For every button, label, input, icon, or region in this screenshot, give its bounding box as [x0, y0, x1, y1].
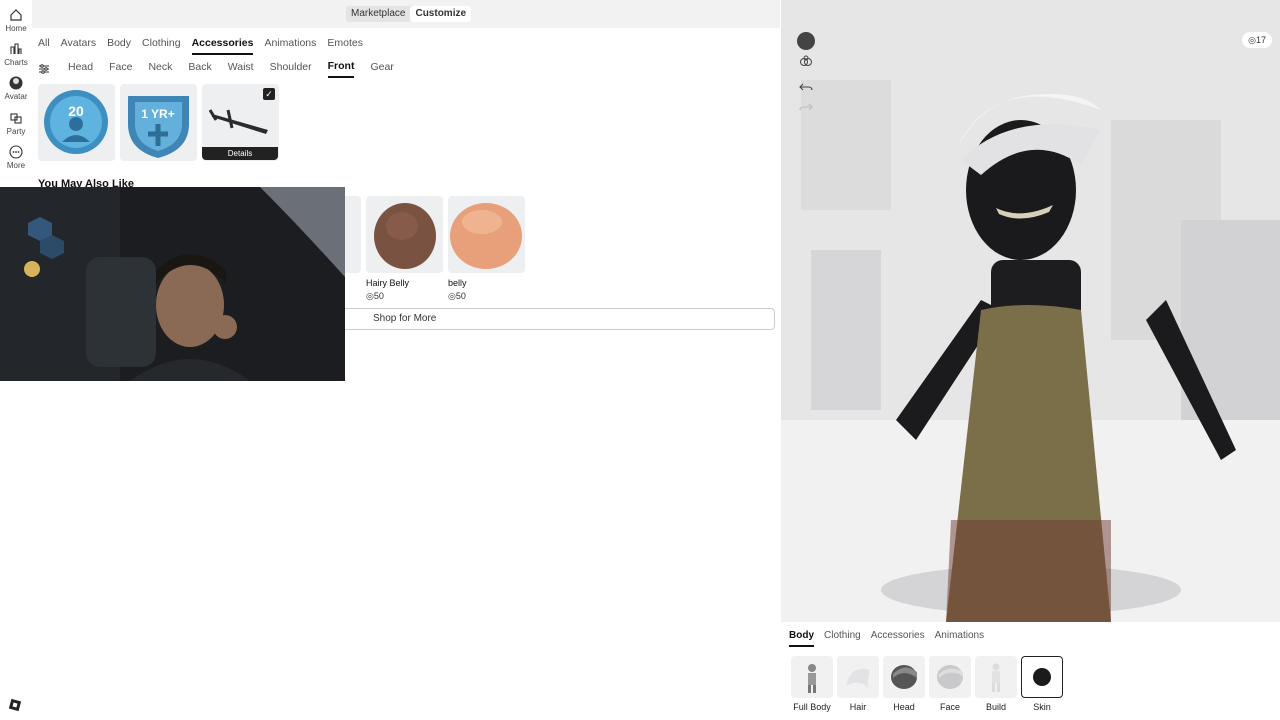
build-label: Build: [985, 702, 1006, 712]
suggest-price-belly: ◎50: [448, 291, 466, 301]
nav-more[interactable]: More: [0, 145, 32, 170]
avatar-viewport[interactable]: ◎17: [781, 0, 1280, 622]
badge-1yr-text: 1 YR+: [141, 107, 174, 121]
roblox-logo-icon[interactable]: [8, 698, 22, 712]
outfit-compare-icon[interactable]: [799, 54, 813, 68]
tab-accessories[interactable]: Accessories: [191, 37, 254, 55]
full-body-option[interactable]: [791, 656, 833, 698]
tab-animations[interactable]: Animations: [264, 37, 316, 55]
full-body-label: Full Body: [793, 702, 831, 712]
details-button[interactable]: Details: [202, 147, 278, 160]
suggest-price-hairy-belly: ◎50: [366, 291, 384, 301]
subtab-waist[interactable]: Waist: [228, 61, 254, 77]
charts-icon: [10, 43, 22, 54]
panel-tab-accessories[interactable]: Accessories: [871, 630, 925, 647]
avatar-icon: [9, 76, 23, 90]
suggest-item-hairy-belly[interactable]: [366, 196, 443, 273]
redo-icon[interactable]: [799, 100, 813, 114]
robux-balance-badge[interactable]: ◎17: [1242, 32, 1272, 48]
nav-home[interactable]: Home: [0, 8, 32, 33]
hair-option[interactable]: [837, 656, 879, 698]
subcategory-tabs: Head Face Neck Back Waist Shoulder Front…: [38, 60, 410, 78]
subtab-neck[interactable]: Neck: [148, 61, 172, 77]
full-body-icon: [808, 664, 816, 693]
subtab-face[interactable]: Face: [109, 61, 132, 77]
badge-1yr-icon: 1 YR+: [128, 96, 189, 158]
subtab-gear[interactable]: Gear: [370, 61, 393, 77]
more-icon: [9, 145, 23, 159]
hairy-belly-thumbnail: [374, 203, 436, 269]
undo-icon[interactable]: [799, 80, 813, 94]
build-option[interactable]: [975, 656, 1017, 698]
hair-label: Hair: [849, 702, 867, 712]
skin-option[interactable]: [1021, 656, 1063, 698]
account-avatar-icon[interactable]: [797, 32, 815, 50]
tab-emotes[interactable]: Emotes: [327, 37, 363, 55]
head-label: Head: [893, 702, 915, 712]
mode-toggle: Marketplace Customize: [346, 6, 472, 22]
tab-avatars[interactable]: Avatars: [61, 37, 96, 55]
nav-party-label: Party: [6, 127, 26, 136]
top-bar: Marketplace Customize: [32, 0, 780, 28]
tab-all[interactable]: All: [38, 37, 50, 55]
build-icon: [992, 663, 1000, 692]
tab-body[interactable]: Body: [107, 37, 131, 55]
category-tabs: All Avatars Body Clothing Accessories An…: [38, 37, 374, 55]
customize-toggle[interactable]: Customize: [410, 6, 472, 22]
face-label: Face: [939, 702, 960, 712]
nav-avatar-label: Avatar: [4, 92, 28, 101]
nav-more-label: More: [6, 161, 26, 170]
webcam-feed-image: [0, 187, 345, 381]
nav-charts[interactable]: Charts: [0, 42, 32, 67]
filter-icon[interactable]: [38, 63, 50, 75]
nav-avatar[interactable]: Avatar: [0, 76, 32, 101]
face-option[interactable]: [929, 656, 971, 698]
face-icon: [937, 665, 963, 689]
item-tile-20-badge[interactable]: 20: [38, 84, 115, 161]
panel-tab-clothing[interactable]: Clothing: [824, 630, 861, 647]
panel-tab-body[interactable]: Body: [789, 630, 814, 647]
selected-check-icon[interactable]: ✓: [263, 88, 275, 100]
nav-home-label: Home: [5, 24, 27, 33]
marketplace-toggle[interactable]: Marketplace: [346, 6, 410, 22]
webcam-overlay: [0, 187, 345, 381]
subtab-head[interactable]: Head: [68, 61, 93, 77]
avatar-scene-image: [781, 0, 1280, 622]
home-icon: [10, 9, 22, 21]
suggest-name-belly: belly: [448, 278, 467, 288]
skin-label: Skin: [1033, 702, 1051, 712]
head-icon: [891, 665, 917, 689]
hair-icon: [846, 668, 870, 688]
skin-color-swatch-icon: [1033, 668, 1051, 686]
suggest-name-hairy-belly: Hairy Belly: [366, 278, 410, 288]
party-icon: [10, 113, 22, 124]
subtab-back[interactable]: Back: [188, 61, 211, 77]
tab-clothing[interactable]: Clothing: [142, 37, 181, 55]
panel-tab-animations[interactable]: Animations: [935, 630, 984, 647]
belly-thumbnail: [450, 203, 522, 269]
head-option[interactable]: [883, 656, 925, 698]
body-panel-tabs: Body Clothing Accessories Animations: [789, 630, 994, 647]
badge-20-text: 20: [68, 103, 84, 119]
nav-charts-label: Charts: [4, 58, 28, 67]
body-panel: Body Clothing Accessories Animations Ful…: [781, 622, 1280, 720]
subtab-shoulder[interactable]: Shoulder: [270, 61, 312, 77]
subtab-front[interactable]: Front: [327, 60, 355, 78]
badge-20-icon: 20: [44, 90, 108, 154]
shop-for-more-button[interactable]: Shop for More: [300, 308, 775, 330]
suggest-item-belly[interactable]: [448, 196, 525, 273]
item-tile-1yr-badge[interactable]: 1 YR+: [120, 84, 197, 161]
nav-party[interactable]: Party: [0, 111, 32, 136]
